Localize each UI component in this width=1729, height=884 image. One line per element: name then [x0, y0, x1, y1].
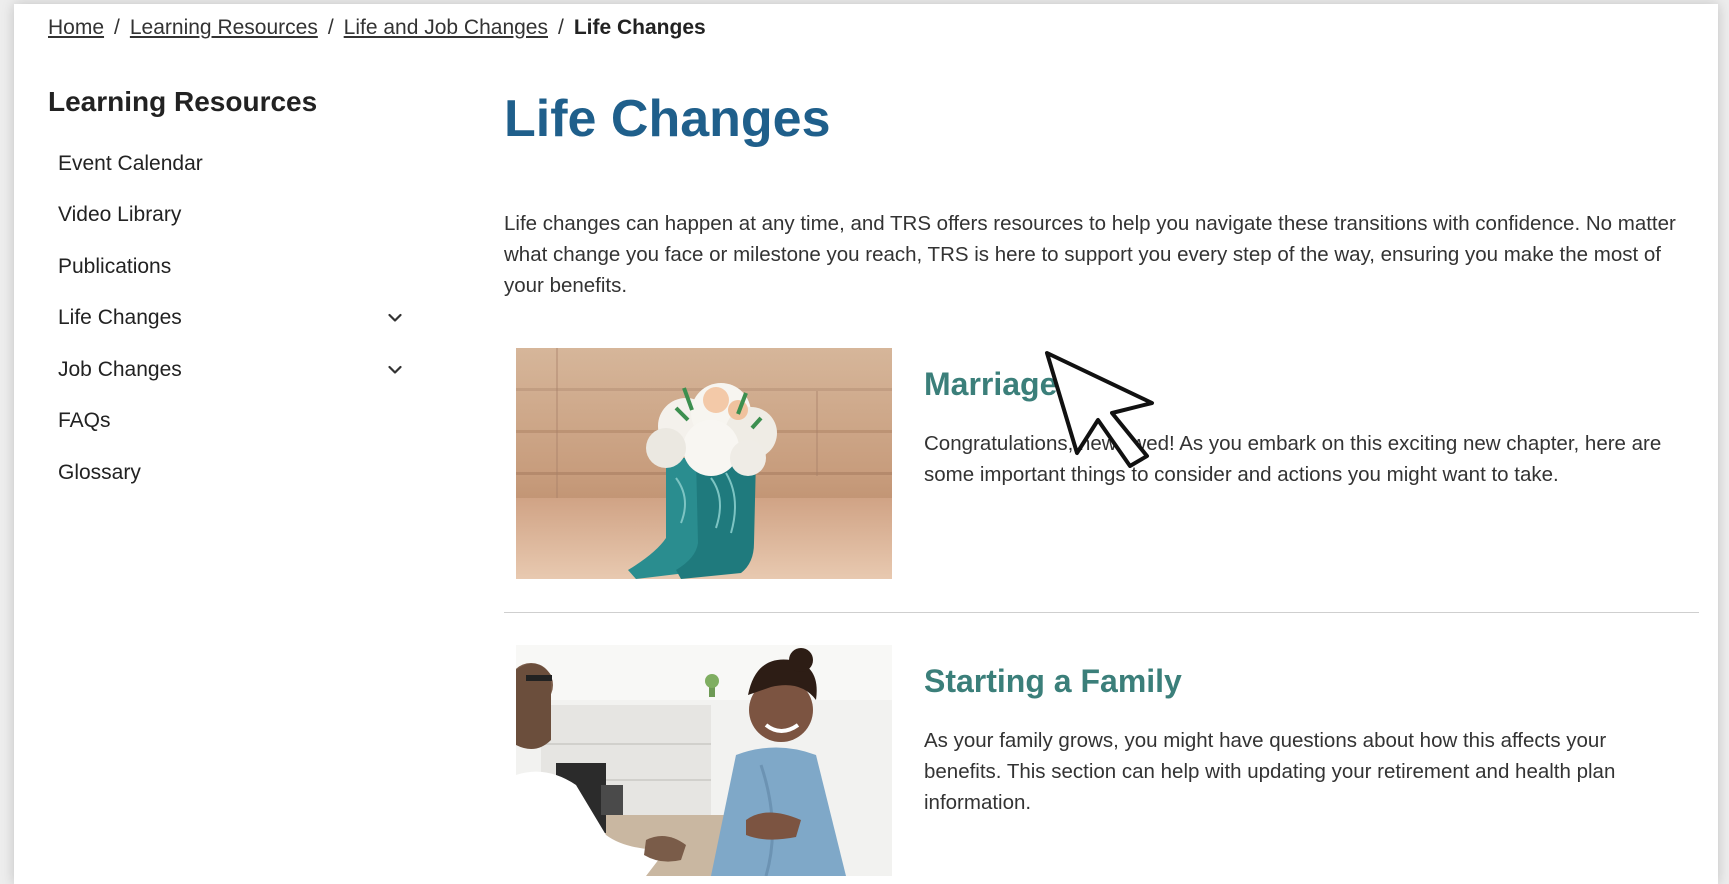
sidebar-item-label: Video Library	[58, 203, 182, 227]
sidebar-title: Learning Resources	[48, 86, 318, 117]
sidebar-item-label: Job Changes	[58, 357, 182, 381]
starting-a-family-card[interactable]: Starting a Family As your family grows, …	[504, 645, 1699, 876]
page: Home / Learning Resources / Life and Job Cha…	[14, 4, 1718, 884]
marriage-description: Congratulations, newlywed! As you embark…	[924, 432, 1662, 486]
main-content: Life Changes Life changes can happen at …	[504, 86, 1699, 876]
sidebar-item-label: Life Changes	[58, 306, 182, 330]
sidebar-item-faqs[interactable]: FAQs	[48, 396, 428, 448]
breadcrumb: Home / Learning Resources / Life and Job Cha…	[48, 16, 706, 40]
starting-a-family-title[interactable]: Starting a Family	[924, 663, 1182, 700]
sidebar-item-label: Glossary	[58, 460, 141, 484]
sidebar-item-glossary[interactable]: Glossary	[48, 447, 428, 499]
chevron-down-icon[interactable]	[388, 311, 402, 325]
breadcrumb-current: Life Changes	[573, 16, 706, 39]
breadcrumb-home-link[interactable]: Home	[48, 16, 104, 39]
sidebar: Learning Resources Event Calendar Video …	[48, 86, 428, 499]
mouse-cursor-icon	[1045, 351, 1154, 468]
marriage-image[interactable]	[516, 348, 892, 579]
chevron-down-icon[interactable]	[388, 363, 402, 377]
sidebar-item-label: Publications	[58, 254, 172, 278]
divider	[504, 612, 1699, 613]
sidebar-item-life-changes[interactable]: Life Changes	[48, 293, 428, 345]
sidebar-item-label: Event Calendar	[58, 151, 203, 175]
sidebar-item-event-calendar[interactable]: Event Calendar	[48, 138, 428, 190]
breadcrumb-learning-resources-link[interactable]: Learning Resources	[130, 16, 318, 39]
sidebar-item-publications[interactable]: Publications	[48, 241, 428, 293]
page-title: Life Changes	[504, 90, 831, 148]
breadcrumb-separator: /	[327, 16, 334, 39]
sidebar-item-video-library[interactable]: Video Library	[48, 190, 428, 242]
sidebar-item-label: FAQs	[58, 409, 111, 433]
intro-text: Life changes can happen at any time, and…	[504, 212, 1676, 297]
sidebar-item-job-changes[interactable]: Job Changes	[48, 344, 428, 396]
breadcrumb-separator: /	[114, 16, 120, 39]
starting-a-family-description: As your family grows, you might have que…	[924, 729, 1616, 814]
marriage-title[interactable]: Marriage	[924, 366, 1057, 403]
starting-a-family-image[interactable]	[516, 645, 892, 876]
breadcrumb-life-and-job-changes-link[interactable]: Life and Job Changes	[344, 16, 548, 39]
breadcrumb-separator: /	[558, 16, 564, 39]
